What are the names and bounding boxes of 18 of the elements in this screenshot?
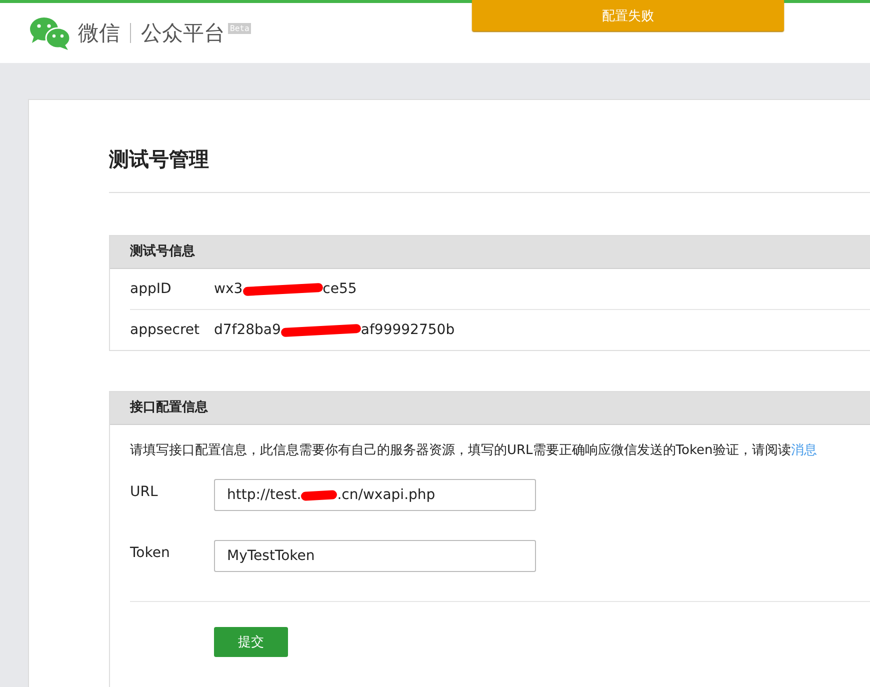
field-label: URL bbox=[130, 483, 159, 502]
page-title: 测试号管理 bbox=[109, 146, 210, 173]
field-label: appsecret bbox=[130, 322, 201, 338]
instruction-text: 请填写接口配置信息，此信息需要你有自己的服务器资源，填写的URL需要正确响应微信发送的Token验证，请阅读 bbox=[130, 443, 791, 458]
panel-header: 测试号信息 bbox=[110, 236, 870, 269]
redaction-mark bbox=[301, 490, 338, 500]
field-value: d7f28ba9 af99992750b bbox=[214, 322, 455, 338]
input-field[interactable]: MyTestToken bbox=[214, 540, 536, 572]
field-label: Token bbox=[130, 544, 171, 563]
error-toast: 配置失败 bbox=[472, 0, 784, 31]
input-field[interactable]: http://test. .cn/wxapi.php bbox=[214, 479, 536, 511]
product-name: 公众平台 bbox=[141, 20, 225, 47]
brand-name: 微信 bbox=[78, 20, 120, 47]
panel-header: 接口配置信息 bbox=[110, 392, 870, 425]
field-label: appID bbox=[130, 281, 172, 297]
field-value: wx3 ce55 bbox=[214, 281, 357, 297]
chat-bubbles-icon bbox=[28, 16, 72, 50]
submit-button[interactable]: 提交 bbox=[214, 627, 288, 657]
